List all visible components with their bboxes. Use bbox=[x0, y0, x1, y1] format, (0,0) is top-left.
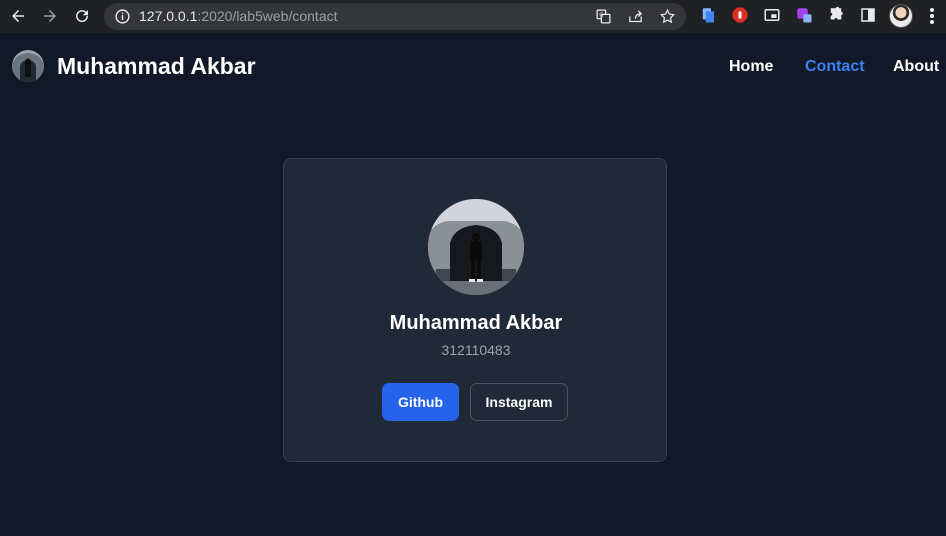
instagram-button[interactable]: Instagram bbox=[470, 383, 568, 421]
page-body: Muhammad Akbar Home Contact About Muhamm… bbox=[0, 33, 946, 536]
profile-card: Muhammad Akbar 312110483 Github Instagra… bbox=[283, 158, 667, 462]
nav-home-link[interactable]: Home bbox=[729, 58, 773, 76]
share-icon[interactable] bbox=[627, 8, 644, 25]
info-icon[interactable] bbox=[114, 8, 131, 25]
picture-in-picture-icon[interactable] bbox=[763, 6, 781, 24]
site-header: Muhammad Akbar Home Contact About bbox=[0, 33, 946, 97]
color-picker-extension-icon[interactable] bbox=[795, 6, 813, 24]
github-button[interactable]: Github bbox=[382, 383, 459, 421]
forward-button[interactable] bbox=[38, 4, 62, 28]
translate-icon[interactable]: G bbox=[595, 8, 612, 25]
profile-student-id: 312110483 bbox=[441, 342, 511, 358]
url-text: 127.0.0.1:2020/lab5web/contact bbox=[139, 8, 338, 24]
nav-about-link[interactable]: About bbox=[893, 58, 939, 76]
person-photo-icon bbox=[428, 199, 524, 295]
side-panel-icon[interactable] bbox=[859, 6, 877, 24]
svg-text:G: G bbox=[599, 13, 603, 19]
more-menu-icon[interactable] bbox=[924, 6, 940, 26]
profile-photo bbox=[428, 199, 524, 295]
person-photo-icon bbox=[12, 50, 44, 82]
profile-avatar[interactable] bbox=[889, 4, 913, 28]
back-button[interactable] bbox=[6, 4, 30, 28]
reload-icon bbox=[76, 10, 89, 23]
browser-toolbar: 127.0.0.1:2020/lab5web/contact G bbox=[0, 0, 946, 33]
docs-extension-icon[interactable] bbox=[699, 6, 717, 24]
nav-contact-link[interactable]: Contact bbox=[805, 58, 865, 76]
extensions-puzzle-icon[interactable] bbox=[827, 6, 845, 24]
site-logo-avatar[interactable] bbox=[12, 50, 44, 82]
reload-button[interactable] bbox=[70, 4, 94, 28]
address-bar[interactable]: 127.0.0.1:2020/lab5web/contact G bbox=[104, 3, 686, 30]
site-title[interactable]: Muhammad Akbar bbox=[57, 53, 256, 80]
adblock-extension-icon[interactable] bbox=[731, 6, 749, 24]
arrow-left-icon bbox=[12, 10, 24, 22]
url-host: 127.0.0.1 bbox=[139, 8, 198, 24]
bookmark-star-icon[interactable] bbox=[659, 8, 676, 25]
profile-name: Muhammad Akbar bbox=[389, 312, 563, 334]
url-path: :2020/lab5web/contact bbox=[197, 8, 338, 24]
arrow-right-icon bbox=[44, 10, 56, 22]
